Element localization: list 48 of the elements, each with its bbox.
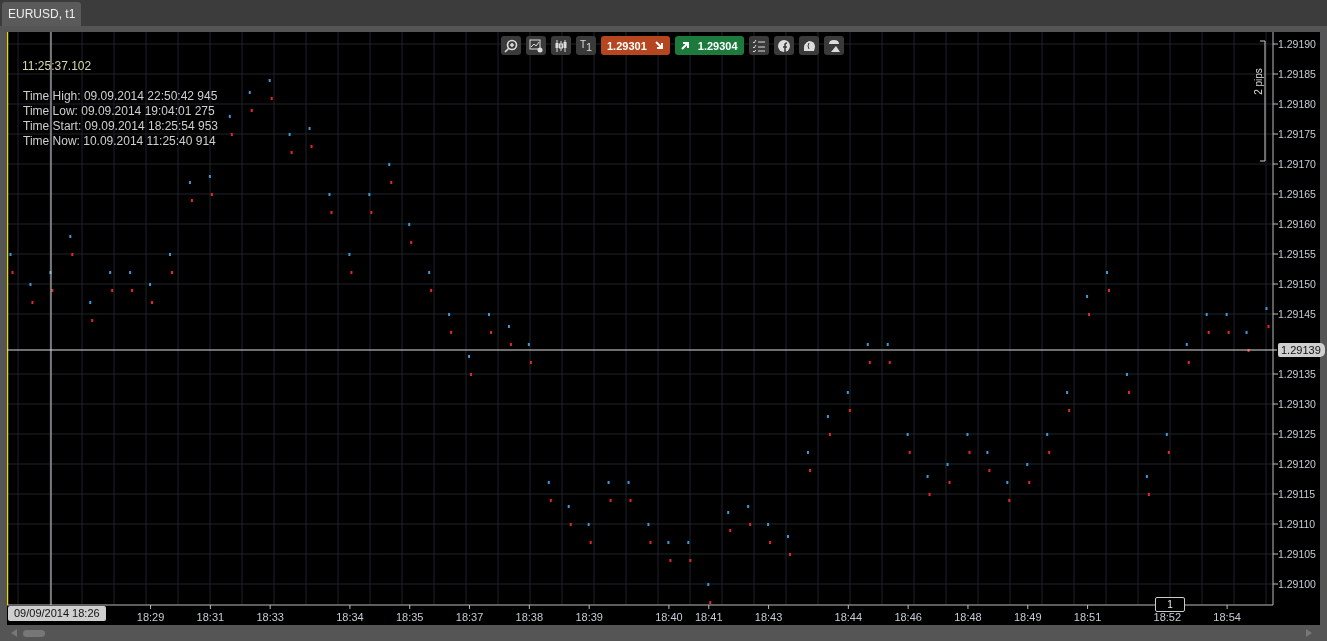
price-axis-label: 1.29180 <box>1278 98 1316 110</box>
sell-button[interactable]: 1.29301 <box>601 36 670 55</box>
price-axis-label: 1.29160 <box>1278 218 1316 230</box>
price-axis-label: 1.29130 <box>1278 398 1316 410</box>
crosshair-time-tag: 09/09/2014 18:26 <box>8 606 106 621</box>
info-line: Time Now: 10.09.2014 11:25:40 914 <box>23 134 217 149</box>
price-axis-label: 1.29125 <box>1278 428 1316 440</box>
price-axis-label: 1.29170 <box>1278 158 1316 170</box>
time-axis-label: 18:46 <box>894 611 922 623</box>
price-axis-label: 1.29165 <box>1278 188 1316 200</box>
time-axis-label: 18:37 <box>455 611 484 623</box>
price-axis-label: 1.29145 <box>1278 308 1316 320</box>
time-axis-label: 18:31 <box>196 611 225 623</box>
price-axis-label: 1.29155 <box>1278 248 1316 260</box>
price-axis-label: 1.29120 <box>1278 458 1316 470</box>
time-axis-label: 18:34 <box>336 611 364 623</box>
price-axis-label: 1.29100 <box>1278 578 1316 590</box>
price-axis-label: 1.29190 <box>1278 38 1316 50</box>
info-line: Time Low: 09.09.2014 19:04:01 275 <box>23 104 216 119</box>
price-axis-label: 1.29115 <box>1278 488 1316 500</box>
price-axis-label: 1.29185 <box>1278 68 1316 80</box>
time-axis-label: 18:35 <box>395 611 424 623</box>
time-axis-label: 18:48 <box>954 611 982 623</box>
time-axis-label: 18:44 <box>834 611 863 623</box>
time-axis-label: 18:40 <box>655 611 683 623</box>
price-axis-label: 1.29150 <box>1278 278 1316 290</box>
price-axis-label: 1.29110 <box>1278 518 1316 530</box>
price-axis-label: 1.29105 <box>1278 548 1316 560</box>
time-axis-label: 18:33 <box>256 611 284 623</box>
time-axis-label: 18:41 <box>695 611 723 623</box>
time-axis-label: 18:51 <box>1073 611 1102 623</box>
tick-counter: 1 <box>1155 597 1185 612</box>
time-axis-label: 18:49 <box>1014 611 1042 623</box>
time-axis-label: 18:52 <box>1153 611 1182 623</box>
info-line: Time High: 09.09.2014 22:50:42 945 <box>23 89 219 104</box>
time-axis-label: 18:29 <box>136 611 165 623</box>
info-line: Time Start: 09.09.2014 18:25:54 953 <box>23 119 219 134</box>
clock-time: 11:25:37.102 <box>22 59 92 73</box>
time-axis-label: 18:39 <box>575 611 603 623</box>
buy-button[interactable]: 1.29304 <box>674 36 744 55</box>
time-axis-label: 18:43 <box>754 611 783 623</box>
time-axis-label: 18:54 <box>1213 611 1241 623</box>
price-axis-label: 1.29135 <box>1278 368 1316 380</box>
time-axis-label: 18:38 <box>515 611 544 623</box>
pip-ruler-label: 2 pips <box>1252 68 1264 95</box>
price-axis-label: 1.29175 <box>1278 128 1316 140</box>
current-price-tag: 1.29139 <box>1278 343 1325 357</box>
chart-tab[interactable]: EURUSD, t1 <box>2 2 82 26</box>
